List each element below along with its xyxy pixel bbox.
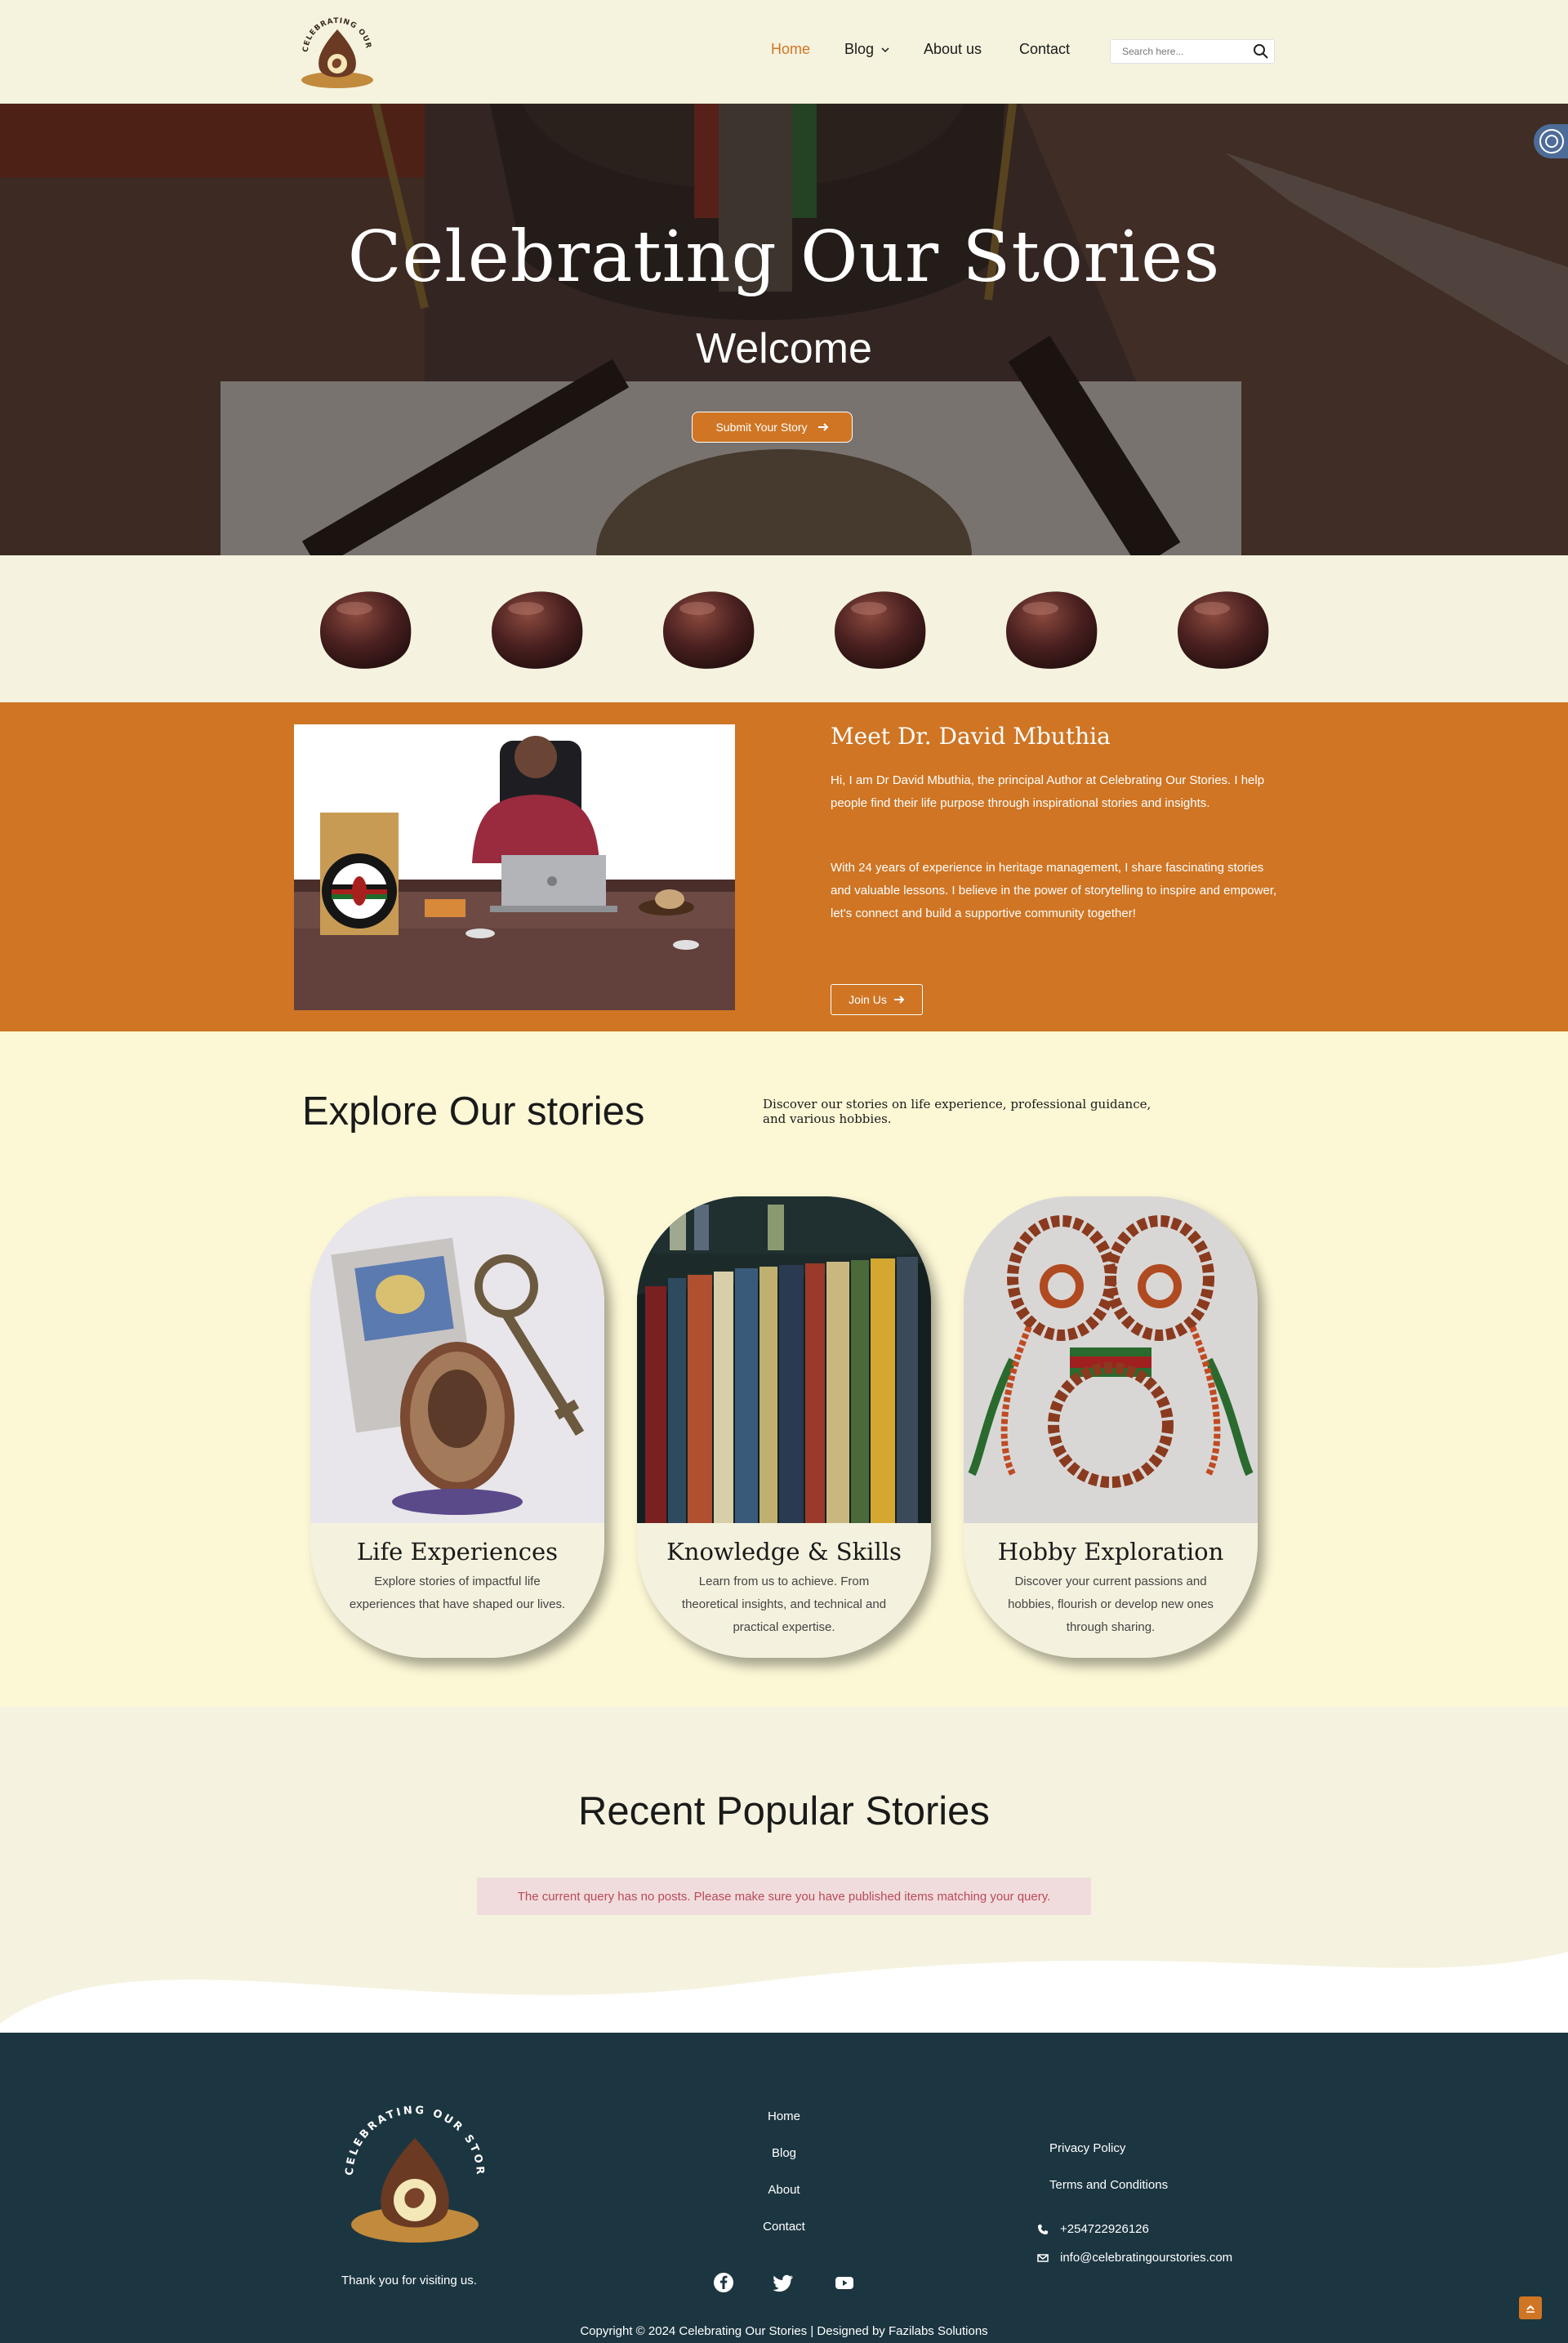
nav-home[interactable]: Home <box>771 41 810 58</box>
card-title: Knowledge & Skills <box>666 1538 902 1566</box>
meet-author-section: Meet Dr. David Mbuthia Hi, I am Dr David… <box>0 702 1568 1031</box>
hero-subtitle: Welcome <box>696 325 872 372</box>
footer-link-contact[interactable]: Contact <box>719 2220 849 2234</box>
footer-link-privacy[interactable]: Privacy Policy <box>1049 2141 1125 2155</box>
facebook-icon[interactable] <box>712 2271 735 2294</box>
hero-section: Celebrating Our Stories Welcome Submit Y… <box>0 104 1568 555</box>
email-icon <box>1037 2253 1049 2262</box>
no-posts-notice: The current query has no posts. Please m… <box>477 1878 1091 1915</box>
footer-link-about[interactable]: About <box>719 2183 849 2197</box>
search-icon[interactable] <box>1253 43 1269 60</box>
life-experiences-image <box>310 1196 604 1523</box>
nav-about-label: About us <box>924 41 982 57</box>
nav-blog[interactable]: Blog <box>844 41 890 58</box>
seed-image <box>1006 591 1098 669</box>
author-photo <box>294 724 735 1010</box>
site-footer: CELEBRATING OUR STORIES Thank you for vi… <box>0 2033 1568 2343</box>
seed-image <box>492 591 583 669</box>
nav-blog-label: Blog <box>844 41 875 57</box>
footer-phone-text: +254722926126 <box>1060 2222 1149 2236</box>
recent-stories-section: Recent Popular Stories The current query… <box>0 1707 1568 2033</box>
seed-gallery <box>0 555 1568 702</box>
footer-tagline: Thank you for visiting us. <box>341 2274 477 2287</box>
meet-paragraph-1: Hi, I am Dr David Mbuthia, the principal… <box>831 773 1265 810</box>
copyright: Copyright © 2024 Celebrating Our Stories… <box>580 2324 988 2338</box>
scroll-to-top-button[interactable] <box>1519 2296 1542 2319</box>
knowledge-skills-image <box>637 1196 931 1523</box>
youtube-icon[interactable] <box>833 2271 856 2294</box>
accessibility-badge[interactable] <box>1534 124 1568 158</box>
seed-image <box>1178 591 1269 669</box>
explore-title: Explore Our stories <box>302 1089 645 1134</box>
footer-phone[interactable]: +254722926126 <box>1037 2222 1149 2236</box>
arrow-right-icon <box>817 423 828 431</box>
card-title: Life Experiences <box>356 1538 559 1566</box>
explore-description: Discover our stories on life experience,… <box>763 1097 1152 1126</box>
meet-paragraph-2: With 24 years of experience in heritage … <box>831 861 1277 920</box>
card-description: Discover your current passions and hobbi… <box>1008 1575 1214 1634</box>
search-placeholder: Search here... <box>1122 46 1184 57</box>
seed-image <box>320 591 412 669</box>
footer-link-terms[interactable]: Terms and Conditions <box>1049 2178 1168 2192</box>
card-description: Explore stories of impactful life experi… <box>349 1575 566 1611</box>
submit-story-label: Submit Your Story <box>715 421 808 434</box>
card-life-experiences[interactable]: Life Experiences Explore stories of impa… <box>310 1196 604 1658</box>
wave-divider <box>0 1952 1568 2033</box>
twitter-icon[interactable] <box>773 2271 795 2294</box>
hero-title: Celebrating Our Stories <box>347 216 1221 298</box>
nav-contact[interactable]: Contact <box>1019 41 1070 58</box>
phone-icon <box>1038 2224 1048 2234</box>
footer-email-text: info@celebratingourstories.com <box>1060 2251 1233 2265</box>
arrow-right-icon <box>893 996 905 1004</box>
card-hobby-exploration[interactable]: Hobby Exploration Discover your current … <box>964 1196 1258 1658</box>
nav-contact-label: Contact <box>1019 41 1071 57</box>
seed-image <box>663 591 755 669</box>
site-header: CELEBRATING OUR STORIES Home Blog About … <box>0 0 1568 104</box>
site-logo[interactable]: CELEBRATING OUR STORIES <box>296 11 378 93</box>
footer-link-blog[interactable]: Blog <box>719 2146 849 2160</box>
card-title: Hobby Exploration <box>997 1538 1224 1566</box>
submit-story-button[interactable]: Submit Your Story <box>692 412 853 443</box>
recent-title: Recent Popular Stories <box>578 1789 990 1833</box>
seed-image <box>835 591 926 669</box>
arrow-up-icon <box>1526 2305 1535 2313</box>
card-description: Learn from us to achieve. From theoretic… <box>681 1575 887 1634</box>
chevron-down-icon <box>881 47 889 52</box>
explore-section: Explore Our stories Discover our stories… <box>0 1031 1568 1707</box>
search-input[interactable]: Search here... <box>1110 39 1275 64</box>
author-photo-illustration <box>294 724 735 1010</box>
card-knowledge-skills[interactable]: Knowledge & Skills Learn from us to achi… <box>637 1196 931 1658</box>
no-posts-text: The current query has no posts. Please m… <box>517 1889 1051 1904</box>
nav-about-us[interactable]: About us <box>924 41 982 58</box>
footer-email[interactable]: info@celebratingourstories.com <box>1037 2251 1232 2265</box>
hobby-exploration-image <box>964 1196 1258 1523</box>
footer-link-home[interactable]: Home <box>719 2109 849 2123</box>
badge-icon <box>1539 129 1564 154</box>
meet-title: Meet Dr. David Mbuthia <box>831 723 1111 750</box>
join-us-button[interactable]: Join Us <box>831 984 923 1015</box>
footer-logo[interactable]: CELEBRATING OUR STORIES <box>335 2094 494 2253</box>
join-us-label: Join Us <box>849 993 887 1006</box>
nav-home-label: Home <box>771 41 811 57</box>
